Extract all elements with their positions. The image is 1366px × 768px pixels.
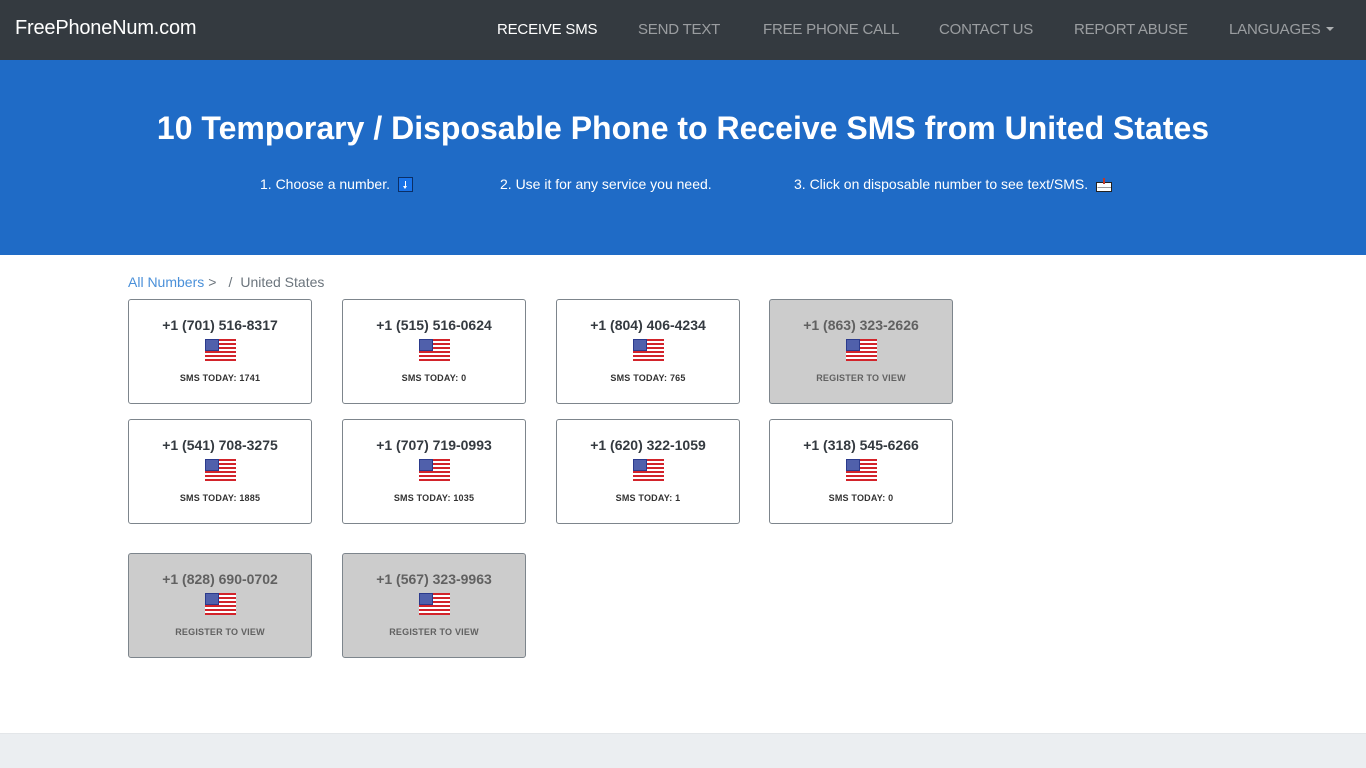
- nav-languages-label: LANGUAGES: [1229, 21, 1321, 38]
- phone-number: +1 (620) 322-1059: [590, 437, 706, 453]
- number-card[interactable]: +1 (707) 719-0993 SMS TODAY: 1035: [342, 419, 526, 524]
- register-to-view-label: REGISTER TO VIEW: [175, 627, 265, 637]
- nav-contact-us[interactable]: CONTACT US: [939, 21, 1033, 38]
- phone-number: +1 (567) 323-9963: [376, 571, 492, 587]
- sms-today-count: SMS TODAY: 1741: [179, 373, 261, 383]
- page-title: 10 Temporary / Disposable Phone to Recei…: [156, 110, 1210, 146]
- sms-today-count: SMS TODAY: 0: [828, 493, 894, 503]
- us-flag-icon: [419, 593, 450, 615]
- us-flag-icon: [846, 459, 877, 481]
- phone-number: +1 (828) 690-0702: [162, 571, 278, 587]
- us-flag-icon: [633, 459, 664, 481]
- main-nav: RECEIVE SMS SEND TEXT FREE PHONE CALL CO…: [0, 21, 1366, 41]
- us-flag-icon: [846, 339, 877, 361]
- us-flag-icon: [205, 339, 236, 361]
- step-2: 2. Use it for any service you need.: [500, 176, 712, 192]
- phone-number: +1 (804) 406-4234: [590, 317, 706, 333]
- top-navbar: FreePhoneNum.com RECEIVE SMS SEND TEXT F…: [0, 0, 1366, 60]
- nav-report-abuse[interactable]: REPORT ABUSE: [1074, 21, 1188, 38]
- nav-receive-sms[interactable]: RECEIVE SMS: [497, 21, 598, 38]
- number-card[interactable]: +1 (804) 406-4234 SMS TODAY: 765: [556, 299, 740, 404]
- phone-number: +1 (515) 516-0624: [376, 317, 492, 333]
- nav-free-phone-call[interactable]: FREE PHONE CALL: [763, 21, 899, 38]
- phone-number: +1 (541) 708-3275: [162, 437, 278, 453]
- nav-languages-dropdown[interactable]: LANGUAGES: [1229, 21, 1334, 38]
- down-arrow-icon: [397, 177, 413, 192]
- number-card[interactable]: +1 (541) 708-3275 SMS TODAY: 1885: [128, 419, 312, 524]
- number-card-locked[interactable]: +1 (863) 323-2626 REGISTER TO VIEW: [769, 299, 953, 404]
- us-flag-icon: [633, 339, 664, 361]
- caret-down-icon: [1325, 27, 1334, 31]
- register-to-view-label: REGISTER TO VIEW: [389, 627, 479, 637]
- sms-today-count: SMS TODAY: 765: [610, 373, 686, 383]
- us-flag-icon: [419, 339, 450, 361]
- breadcrumb: All Numbers > / United States: [128, 274, 324, 290]
- register-to-view-label: REGISTER TO VIEW: [816, 373, 906, 383]
- step-1-text: 1. Choose a number.: [260, 176, 390, 192]
- us-flag-icon: [419, 459, 450, 481]
- nav-send-text[interactable]: SEND TEXT: [638, 21, 720, 38]
- number-card[interactable]: +1 (620) 322-1059 SMS TODAY: 1: [556, 419, 740, 524]
- sms-today-count: SMS TODAY: 1035: [393, 493, 475, 503]
- us-flag-icon: [205, 593, 236, 615]
- breadcrumb-current: United States: [240, 274, 325, 290]
- step-2-text: 2. Use it for any service you need.: [500, 176, 712, 192]
- breadcrumb-separator: >: [208, 274, 217, 290]
- step-3: 3. Click on disposable number to see tex…: [794, 176, 1113, 192]
- hero-banner: 10 Temporary / Disposable Phone to Recei…: [0, 60, 1366, 255]
- step-1: 1. Choose a number.: [260, 176, 413, 192]
- number-card-locked[interactable]: +1 (567) 323-9963 REGISTER TO VIEW: [342, 553, 526, 658]
- us-flag-icon: [205, 459, 236, 481]
- phone-number: +1 (863) 323-2626: [803, 317, 919, 333]
- mailbox-icon: [1096, 178, 1113, 192]
- breadcrumb-slash: /: [228, 274, 233, 290]
- footer: [0, 733, 1366, 768]
- number-card[interactable]: +1 (318) 545-6266 SMS TODAY: 0: [769, 419, 953, 524]
- phone-number: +1 (318) 545-6266: [803, 437, 919, 453]
- number-card-locked[interactable]: +1 (828) 690-0702 REGISTER TO VIEW: [128, 553, 312, 658]
- step-3-text: 3. Click on disposable number to see tex…: [794, 176, 1089, 192]
- sms-today-count: SMS TODAY: 1: [615, 493, 681, 503]
- sms-today-count: SMS TODAY: 0: [401, 373, 467, 383]
- sms-today-count: SMS TODAY: 1885: [179, 493, 261, 503]
- number-card[interactable]: +1 (701) 516-8317 SMS TODAY: 1741: [128, 299, 312, 404]
- breadcrumb-all-numbers-link[interactable]: All Numbers: [128, 274, 204, 290]
- number-card[interactable]: +1 (515) 516-0624 SMS TODAY: 0: [342, 299, 526, 404]
- phone-number: +1 (701) 516-8317: [162, 317, 278, 333]
- phone-number: +1 (707) 719-0993: [376, 437, 492, 453]
